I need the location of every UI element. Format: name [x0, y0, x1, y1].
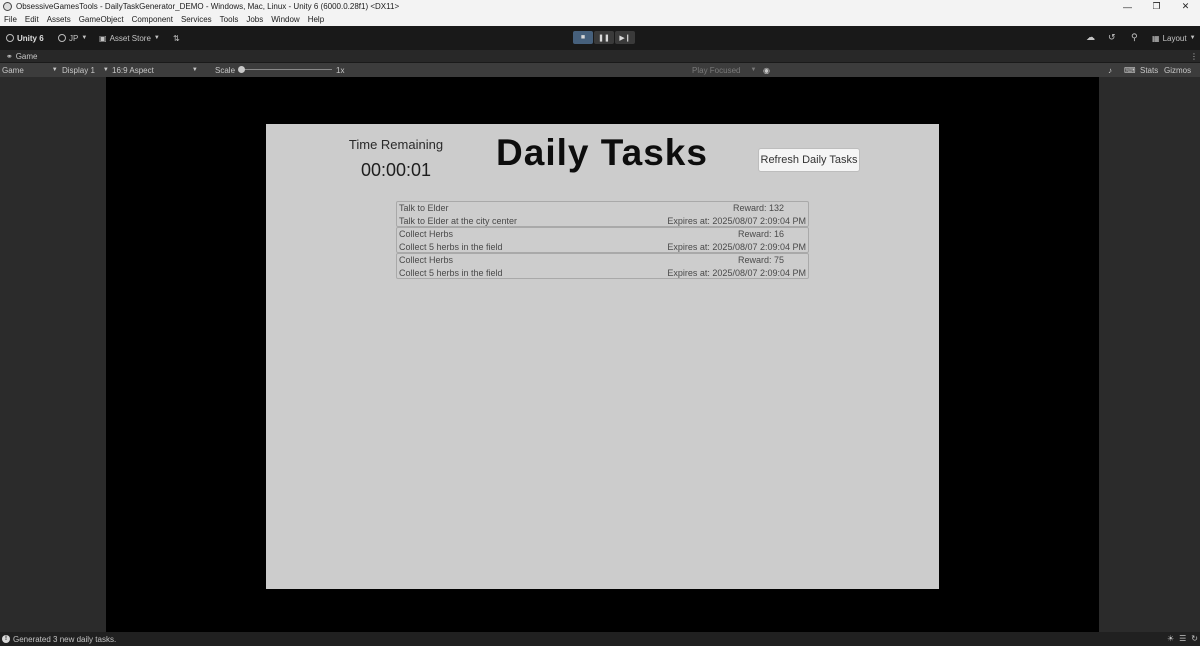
asset-store-dropdown[interactable]: ▣ Asset Store ▼ — [99, 32, 160, 44]
play-controls: ■ ❚❚ ▶❙ — [573, 31, 635, 44]
time-remaining-value: 00:00:01 — [360, 160, 432, 180]
layout-icon: ▦ — [1152, 33, 1160, 43]
task-expires: Expires at: 2025/08/07 2:09:04 PM — [667, 242, 806, 252]
task-list: Talk to Elder Reward: 132 Talk to Elder … — [396, 201, 809, 279]
scale-slider-handle[interactable] — [238, 66, 245, 73]
menu-edit[interactable]: Edit — [25, 15, 39, 24]
step-button[interactable]: ▶❙ — [615, 31, 635, 44]
account-icon — [58, 34, 66, 42]
store-bag-icon: ▣ — [99, 33, 107, 43]
caret-down-icon: ▼ — [1189, 35, 1196, 41]
viewport-right-margin — [1099, 77, 1200, 632]
page-title: Daily Tasks — [496, 132, 708, 173]
account-dropdown[interactable]: JP ▼ — [58, 32, 87, 44]
task-title: Talk to Elder — [399, 203, 449, 213]
task-reward: Reward: 75 — [737, 255, 784, 265]
caret-down-icon: ▼ — [750, 67, 757, 73]
minimize-icon[interactable]: — — [1113, 0, 1142, 13]
menu-assets[interactable]: Assets — [47, 15, 71, 24]
unity-version-button[interactable]: Unity 6 — [6, 32, 44, 44]
auto-generate-icon[interactable]: ↻ — [1191, 634, 1198, 643]
history-icon[interactable]: ↺ — [1108, 32, 1116, 43]
caret-down-icon: ▼ — [153, 35, 160, 41]
menu-file[interactable]: File — [4, 15, 17, 24]
game-view-controls: Game ▼ Display 1 ▼ 16:9 Aspect ▼ Scale 1… — [0, 63, 1200, 77]
task-item: Collect Herbs Reward: 75 Collect 5 herbs… — [396, 253, 809, 279]
scale-value: 1x — [336, 65, 345, 75]
task-description: Collect 5 herbs in the field — [399, 268, 503, 278]
cache-server-icon[interactable]: ☰ — [1179, 634, 1186, 643]
scale-slider-track[interactable] — [240, 69, 332, 70]
caret-down-icon: ▼ — [102, 67, 109, 73]
stats-button[interactable]: Stats — [1140, 65, 1158, 75]
task-title: Collect Herbs — [399, 255, 454, 265]
caret-down-icon: ▼ — [191, 67, 198, 73]
version-control-icon[interactable]: ⇅ — [173, 32, 180, 44]
task-title: Collect Herbs — [399, 229, 454, 239]
caret-down-icon: ▼ — [51, 67, 58, 73]
task-reward: Reward: 132 — [732, 203, 784, 213]
info-icon: ! — [2, 635, 10, 643]
close-icon[interactable]: ✕ — [1171, 0, 1200, 13]
play-focused-dropdown[interactable]: Play Focused ▼ — [692, 65, 756, 75]
menu-bar: File Edit Assets GameObject Component Se… — [0, 13, 1200, 26]
task-expires: Expires at: 2025/08/07 2:09:04 PM — [667, 268, 806, 278]
shortcuts-icon[interactable]: ⌨ — [1124, 65, 1136, 75]
task-expires: Expires at: 2025/08/07 2:09:04 PM — [667, 216, 806, 226]
status-bar: ! Generated 3 new daily tasks. ☀ ☰ ↻ — [0, 632, 1200, 646]
aspect-dropdown[interactable]: 16:9 Aspect ▼ — [112, 65, 198, 75]
cloud-icon[interactable]: ☁ — [1086, 32, 1095, 43]
menu-window[interactable]: Window — [271, 15, 299, 24]
menu-help[interactable]: Help — [308, 15, 324, 24]
task-description: Collect 5 herbs in the field — [399, 242, 503, 252]
game-tab[interactable]: ⚭ Game — [0, 50, 1200, 63]
window-title-bar: ObsessiveGamesTools - DailyTaskGenerator… — [0, 0, 1200, 13]
menu-gameobject[interactable]: GameObject — [79, 15, 124, 24]
layout-dropdown[interactable]: ▦ Layout ▼ — [1152, 32, 1196, 44]
unity-logo-icon — [3, 2, 12, 11]
menu-component[interactable]: Component — [132, 15, 173, 24]
pause-button[interactable]: ❚❚ — [594, 31, 614, 44]
display-dropdown[interactable]: Display 1 ▼ — [62, 65, 109, 75]
menu-tools[interactable]: Tools — [220, 15, 239, 24]
time-remaining-label: Time Remaining — [348, 137, 444, 152]
gamepad-icon: ⚭ — [6, 51, 13, 61]
stop-button[interactable]: ■ — [573, 31, 593, 44]
frame-debugger-icon[interactable]: ◉ — [763, 65, 770, 75]
view-type-dropdown[interactable]: Game ▼ — [2, 65, 58, 75]
status-message[interactable]: Generated 3 new daily tasks. — [13, 635, 116, 644]
game-canvas: Time Remaining 00:00:01 Daily Tasks Refr… — [266, 124, 939, 589]
task-description: Talk to Elder at the city center — [399, 216, 518, 226]
lighting-icon[interactable]: ☀ — [1167, 634, 1174, 643]
caret-down-icon: ▼ — [81, 35, 88, 41]
window-title: ObsessiveGamesTools - DailyTaskGenerator… — [16, 2, 400, 11]
viewport-left-margin — [0, 77, 106, 632]
task-item: Collect Herbs Reward: 16 Collect 5 herbs… — [396, 227, 809, 253]
main-toolbar: Unity 6 JP ▼ ▣ Asset Store ▼ ⇅ ■ ❚❚ ▶❙ ☁… — [0, 26, 1200, 50]
more-options-icon[interactable]: ⋮ — [1190, 52, 1198, 61]
mute-audio-icon[interactable]: ♪ — [1108, 65, 1112, 75]
task-reward: Reward: 16 — [737, 229, 784, 239]
menu-services[interactable]: Services — [181, 15, 212, 24]
menu-jobs[interactable]: Jobs — [246, 15, 263, 24]
search-icon[interactable]: ⚲ — [1131, 32, 1138, 43]
refresh-daily-tasks-button[interactable]: Refresh Daily Tasks — [758, 148, 860, 172]
gizmos-button[interactable]: Gizmos — [1164, 65, 1191, 75]
unity-logo-icon — [6, 34, 14, 42]
maximize-icon[interactable]: ❐ — [1142, 0, 1171, 13]
task-item: Talk to Elder Reward: 132 Talk to Elder … — [396, 201, 809, 227]
scale-label: Scale — [215, 65, 236, 75]
